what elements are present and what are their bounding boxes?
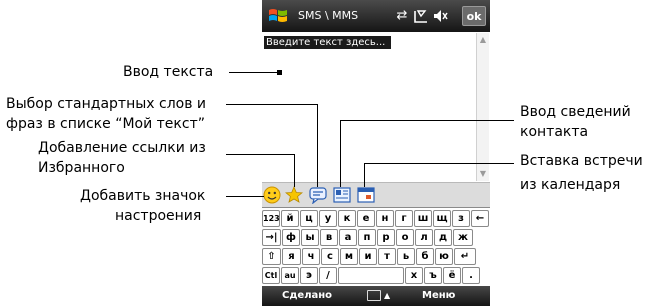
keyboard-key[interactable]: б	[416, 248, 434, 265]
keyboard-key[interactable]: к	[338, 210, 356, 227]
callout-line	[317, 104, 318, 187]
keyboard-key[interactable]: ⇧	[262, 248, 281, 265]
window-title: SMS \ MMS	[298, 9, 359, 22]
keyboard-key[interactable]: у	[319, 210, 337, 227]
callout-line	[226, 196, 264, 197]
keyboard-key[interactable]: →|	[262, 229, 281, 246]
keyboard-key[interactable]: ч	[302, 248, 320, 265]
keyboard-key[interactable]: щ	[433, 210, 451, 227]
keyboard-key[interactable]: ↵	[454, 248, 476, 265]
keyboard-key[interactable]: /	[319, 267, 337, 284]
on-screen-keyboard: 123 й ц у к е н г ш щ з ← →| ф ы в а п р о л д ж ⇧ я ч с м и т ь б ю ↵ Ctl…	[262, 207, 490, 287]
keyboard-key[interactable]: г	[395, 210, 413, 227]
title-bar: SMS \ MMS ⇄ ok	[262, 0, 490, 32]
callout-emoticon-line1: Добавить значок	[80, 188, 206, 204]
keyboard-key[interactable]: о	[396, 229, 414, 246]
callout-line	[226, 104, 318, 105]
callout-line	[229, 72, 279, 73]
volume-icon[interactable]	[432, 8, 450, 24]
keyboard-key[interactable]: в	[320, 229, 338, 246]
keyboard-key[interactable]: ф	[282, 229, 300, 246]
space-key[interactable]	[338, 267, 404, 284]
keyboard-key[interactable]: ё	[443, 267, 461, 284]
menu-softkey[interactable]: Меню	[422, 286, 455, 306]
callout-favorites-line2: Избранного	[38, 160, 125, 176]
signal-icon[interactable]	[413, 8, 429, 24]
callout-emoticon-line2: настроения	[115, 208, 202, 224]
windows-start-icon[interactable]	[267, 6, 289, 26]
keyboard-key[interactable]: Ctl	[262, 267, 280, 284]
keyboard-key[interactable]: х	[405, 267, 423, 284]
keyboard-key[interactable]: м	[340, 248, 358, 265]
keyboard-key[interactable]: .	[462, 267, 480, 284]
done-softkey[interactable]: Сделано	[282, 286, 332, 306]
keyboard-key[interactable]: н	[376, 210, 394, 227]
keyboard-key[interactable]: т	[378, 248, 396, 265]
keyboard-key[interactable]: р	[377, 229, 395, 246]
callout-calendar-line1: Вставка встречи	[520, 153, 643, 169]
keyboard-key[interactable]: я	[282, 248, 301, 265]
keyboard-key[interactable]: с	[321, 248, 339, 265]
callout-contact-line2: контакта	[520, 124, 589, 140]
input-panel-icon[interactable]	[367, 290, 381, 301]
soft-key-bar: Сделано ▲ Меню	[262, 286, 490, 306]
connectivity-icon[interactable]: ⇄	[394, 7, 410, 25]
callout-calendar-line2: из календаря	[520, 177, 621, 193]
calendar-icon[interactable]	[357, 186, 375, 204]
callout-dot	[277, 70, 282, 75]
callout-line	[226, 154, 295, 155]
text-placeholder[interactable]: Введите текст здесь...	[264, 36, 391, 49]
keyboard-key[interactable]: п	[358, 229, 376, 246]
scroll-up-icon[interactable]: ▲	[477, 34, 489, 46]
keyboard-key[interactable]: ю	[435, 248, 453, 265]
keyboard-key[interactable]: ←	[471, 210, 489, 227]
keyboard-key[interactable]: ь	[397, 248, 415, 265]
favorites-star-icon[interactable]	[285, 186, 303, 204]
keyboard-key[interactable]: й	[281, 210, 299, 227]
callout-my-text-line2: фраз в списке “Мой текст”	[6, 116, 205, 132]
my-text-icon[interactable]	[309, 186, 327, 204]
message-text-area[interactable]	[264, 33, 476, 181]
keyboard-key[interactable]: ы	[301, 229, 319, 246]
keyboard-key[interactable]: ъ	[424, 267, 442, 284]
keyboard-key[interactable]: au	[281, 267, 299, 284]
keyboard-key[interactable]: ш	[414, 210, 432, 227]
ok-button[interactable]: ok	[462, 6, 486, 26]
keyboard-key[interactable]: 123	[262, 210, 280, 227]
keyboard-key[interactable]: э	[300, 267, 318, 284]
keyboard-key[interactable]: а	[339, 229, 357, 246]
message-toolbar	[262, 182, 490, 207]
callout-favorites-line1: Добавление ссылки из	[38, 140, 206, 156]
callout-line	[340, 120, 341, 187]
keyboard-key[interactable]: д	[434, 229, 452, 246]
scroll-down-icon[interactable]: ▼	[477, 168, 489, 180]
callout-text-input: Ввод текста	[123, 64, 214, 80]
contact-card-icon[interactable]	[333, 186, 351, 204]
emoticon-icon[interactable]	[263, 186, 281, 204]
keyboard-key[interactable]: з	[452, 210, 470, 227]
callout-my-text-line1: Выбор стандартных слов и	[6, 96, 207, 112]
callout-contact-line1: Ввод сведений	[520, 104, 631, 120]
keyboard-key[interactable]: ц	[300, 210, 318, 227]
callout-line	[294, 154, 295, 187]
input-panel-arrow-icon[interactable]: ▲	[384, 288, 390, 304]
device-screen: SMS \ MMS ⇄ ok Введите текст здесь... ▲ …	[262, 0, 490, 306]
callout-line	[364, 163, 365, 187]
keyboard-key[interactable]: и	[359, 248, 377, 265]
keyboard-key[interactable]: л	[415, 229, 433, 246]
keyboard-key[interactable]: ж	[453, 229, 473, 246]
callout-line	[340, 120, 514, 121]
callout-line	[364, 163, 514, 164]
vertical-scrollbar[interactable]: ▲ ▼	[476, 33, 489, 181]
keyboard-key[interactable]: е	[357, 210, 375, 227]
